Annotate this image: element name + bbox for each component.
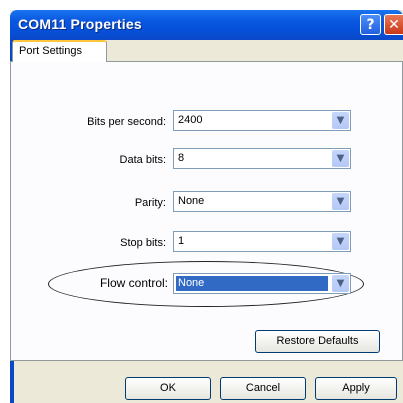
bits-per-second-label: Bits per second: — [87, 116, 166, 128]
chevron-down-icon[interactable]: ▼ — [332, 275, 349, 292]
stop-bits-label: Stop bits: — [120, 237, 166, 249]
close-icon: ✕ — [388, 17, 400, 33]
help-icon: ? — [366, 17, 375, 33]
data-bits-select[interactable]: 8 ▼ — [173, 148, 351, 169]
bits-per-second-value: 2400 — [178, 114, 203, 126]
parity-select[interactable]: None ▼ — [173, 191, 351, 212]
parity-label: Parity: — [134, 197, 166, 209]
close-button[interactable]: ✕ — [384, 14, 403, 35]
bits-per-second-select[interactable]: 2400 ▼ — [173, 110, 351, 131]
apply-button[interactable]: Apply — [315, 377, 397, 400]
flow-control-select[interactable]: None ▼ — [173, 273, 351, 294]
help-button[interactable]: ? — [360, 14, 381, 35]
restore-defaults-button[interactable]: Restore Defaults — [255, 330, 380, 353]
window-title: COM11 Properties — [18, 16, 142, 32]
flow-control-label: Flow control: — [99, 276, 168, 290]
ok-button[interactable]: OK — [125, 377, 211, 400]
chevron-down-icon[interactable]: ▼ — [332, 233, 349, 250]
stop-bits-select[interactable]: 1 ▼ — [173, 231, 351, 252]
flow-control-value: None — [176, 276, 328, 291]
tab-label: Port Settings — [19, 45, 82, 57]
parity-value: None — [178, 195, 205, 207]
chevron-down-icon[interactable]: ▼ — [332, 150, 349, 167]
data-bits-label: Data bits: — [119, 154, 166, 166]
chevron-down-icon[interactable]: ▼ — [332, 112, 349, 129]
stop-bits-value: 1 — [178, 235, 185, 247]
data-bits-value: 8 — [178, 152, 185, 164]
title-bar[interactable]: COM11 Properties ? ✕ — [10, 10, 403, 40]
cancel-button[interactable]: Cancel — [220, 377, 306, 400]
chevron-down-icon[interactable]: ▼ — [332, 193, 349, 210]
tab-port-settings[interactable]: Port Settings — [12, 40, 107, 62]
